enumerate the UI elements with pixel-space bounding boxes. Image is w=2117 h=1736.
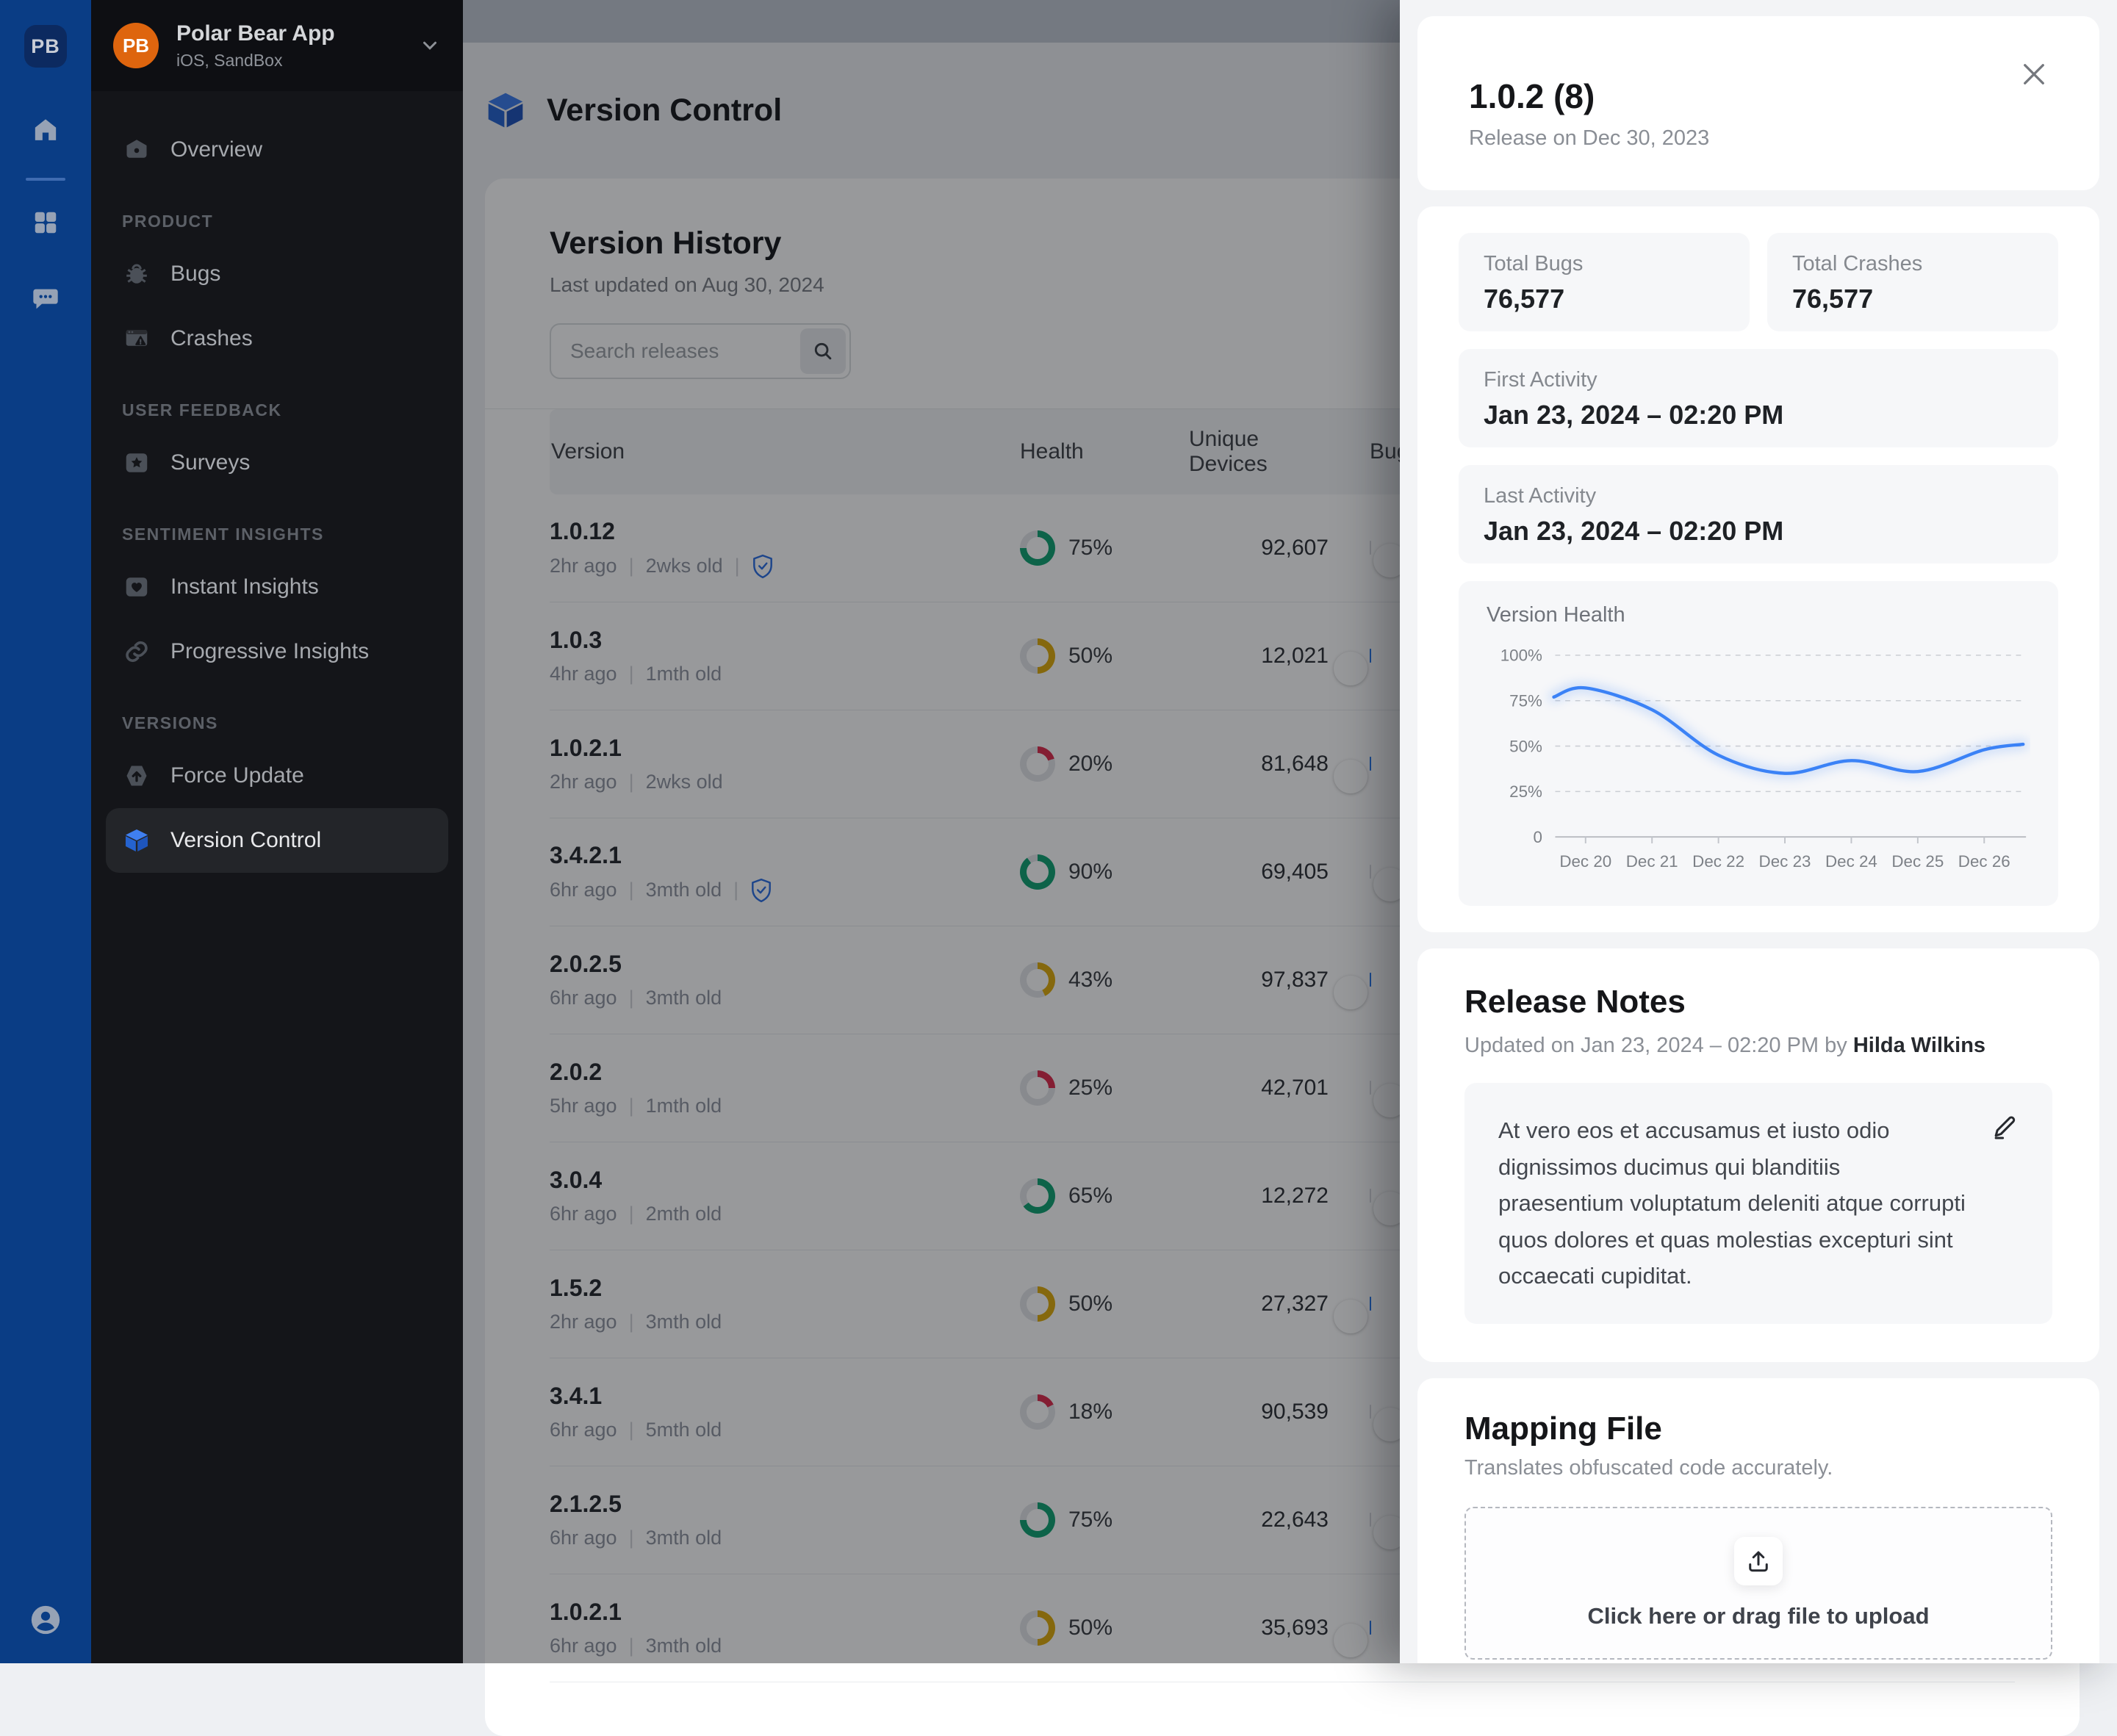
cube-icon: [122, 826, 151, 855]
nav-section-user-feedback: USER FEEDBACK: [122, 400, 448, 420]
release-notes-byline: Updated on Jan 23, 2024 – 02:20 PM by Hi…: [1464, 1034, 2052, 1058]
app-name: Polar Bear App: [176, 21, 401, 46]
svg-text:50%: 50%: [1509, 737, 1542, 755]
total-bugs-label: Total Bugs: [1484, 252, 1725, 276]
workspace-badge[interactable]: PB: [24, 25, 67, 68]
version-health-chart-tile: Version Health 100% 75% 50% 25% 0 Dec 20 Dec 2…: [1459, 581, 2058, 906]
mapping-file-subtitle: Translates obfuscated code accurately.: [1464, 1456, 2052, 1480]
heart-icon: [122, 572, 151, 602]
app-switcher[interactable]: PB Polar Bear App iOS, SandBox: [91, 0, 463, 91]
total-bugs-tile: Total Bugs 76,577: [1459, 233, 1750, 331]
edit-pencil-icon[interactable]: [1991, 1112, 2020, 1142]
link-icon: [122, 637, 151, 666]
app-platform: iOS, SandBox: [176, 51, 401, 71]
rail-divider: [26, 178, 65, 181]
sidebar-item-label: Crashes: [170, 326, 253, 351]
sidebar-item-overview[interactable]: Overview: [106, 118, 448, 182]
overview-icon: [122, 135, 151, 165]
first-activity-value: Jan 23, 2024 – 02:20 PM: [1484, 400, 2033, 431]
upload-label: Click here or drag file to upload: [1587, 1603, 1929, 1629]
sidebar-nav: Overview PRODUCT Bugs Crashes USER FEEDB…: [91, 91, 463, 873]
apps-grid-icon[interactable]: [29, 206, 62, 239]
total-crashes-label: Total Crashes: [1792, 252, 2033, 276]
drawer-version-title: 1.0.2 (8): [1469, 76, 2048, 116]
chat-icon[interactable]: [29, 282, 62, 316]
chevron-down-icon: [419, 35, 441, 57]
last-activity-tile: Last Activity Jan 23, 2024 – 02:20 PM: [1459, 465, 2058, 563]
release-notes-author: Hilda Wilkins: [1853, 1034, 1985, 1057]
crash-window-icon: [122, 324, 151, 353]
sidebar-item-label: Instant Insights: [170, 575, 319, 599]
release-notes-text: At vero eos et accusamus et iusto odio d…: [1498, 1112, 1972, 1294]
user-avatar-icon[interactable]: [29, 1603, 62, 1637]
release-notes-title: Release Notes: [1464, 984, 2052, 1020]
sidebar-item-label: Overview: [170, 137, 262, 162]
release-notes-body-tile: At vero eos et accusamus et iusto odio d…: [1464, 1083, 2052, 1324]
svg-text:Dec 25: Dec 25: [1891, 852, 1944, 871]
close-icon[interactable]: [2017, 57, 2051, 91]
bug-icon: [122, 259, 151, 289]
sidebar-item-label: Force Update: [170, 763, 304, 788]
sidebar-item-version-control[interactable]: Version Control: [106, 808, 448, 873]
nav-section-versions: VERSIONS: [122, 713, 448, 733]
drawer-stats-card: Total Bugs 76,577 Total Crashes 76,577 F…: [1417, 206, 2099, 932]
svg-text:75%: 75%: [1509, 692, 1542, 710]
sidebar-item-force-update[interactable]: Force Update: [106, 743, 448, 808]
first-activity-label: First Activity: [1484, 368, 2033, 392]
svg-text:Dec 23: Dec 23: [1759, 852, 1811, 871]
svg-text:100%: 100%: [1500, 647, 1542, 665]
sidebar-item-instant-insights[interactable]: Instant Insights: [106, 555, 448, 619]
sidebar-item-surveys[interactable]: Surveys: [106, 431, 448, 495]
sidebar-item-crashes[interactable]: Crashes: [106, 306, 448, 371]
release-notes-card: Release Notes Updated on Jan 23, 2024 – …: [1417, 948, 2099, 1362]
sidebar-item-bugs[interactable]: Bugs: [106, 242, 448, 306]
sidebar: PB Polar Bear App iOS, SandBox Overview …: [91, 0, 463, 1663]
sidebar-item-label: Progressive Insights: [170, 639, 369, 664]
mapping-file-card: Mapping File Translates obfuscated code …: [1417, 1378, 2099, 1663]
svg-text:Dec 21: Dec 21: [1626, 852, 1678, 871]
file-upload-dropzone[interactable]: Click here or drag file to upload: [1464, 1507, 2052, 1660]
drawer-release-date: Release on Dec 30, 2023: [1469, 126, 2048, 151]
sidebar-item-progressive-insights[interactable]: Progressive Insights: [106, 619, 448, 684]
sidebar-item-label: Surveys: [170, 450, 250, 475]
version-detail-drawer: 1.0.2 (8) Release on Dec 30, 2023 Total …: [1400, 0, 2117, 1663]
sidebar-item-label: Version Control: [170, 828, 321, 853]
nav-section-sentiment: SENTIMENT INSIGHTS: [122, 525, 448, 544]
nav-section-product: PRODUCT: [122, 212, 448, 231]
chart-title: Version Health: [1487, 603, 2030, 627]
star-icon: [122, 448, 151, 478]
svg-text:25%: 25%: [1509, 782, 1542, 801]
total-bugs-value: 76,577: [1484, 284, 1725, 314]
home-icon[interactable]: [29, 113, 62, 147]
mapping-file-title: Mapping File: [1464, 1411, 2052, 1447]
last-activity-label: Last Activity: [1484, 484, 2033, 508]
svg-text:Dec 22: Dec 22: [1692, 852, 1744, 871]
app-rail: PB: [0, 0, 91, 1663]
svg-text:Dec 26: Dec 26: [1958, 852, 2010, 871]
version-health-chart: 100% 75% 50% 25% 0 Dec 20 Dec 21 Dec 22 Dec 23 De…: [1487, 632, 2030, 890]
total-crashes-value: 76,577: [1792, 284, 2033, 314]
svg-text:Dec 24: Dec 24: [1825, 852, 1877, 871]
total-crashes-tile: Total Crashes 76,577: [1767, 233, 2058, 331]
force-update-icon: [122, 761, 151, 790]
app-avatar: PB: [113, 23, 159, 68]
upload-icon: [1734, 1537, 1783, 1585]
last-activity-value: Jan 23, 2024 – 02:20 PM: [1484, 516, 2033, 547]
svg-text:0: 0: [1533, 828, 1542, 846]
svg-text:Dec 20: Dec 20: [1559, 852, 1611, 871]
sidebar-item-label: Bugs: [170, 262, 220, 287]
first-activity-tile: First Activity Jan 23, 2024 – 02:20 PM: [1459, 349, 2058, 447]
drawer-header-card: 1.0.2 (8) Release on Dec 30, 2023: [1417, 16, 2099, 190]
